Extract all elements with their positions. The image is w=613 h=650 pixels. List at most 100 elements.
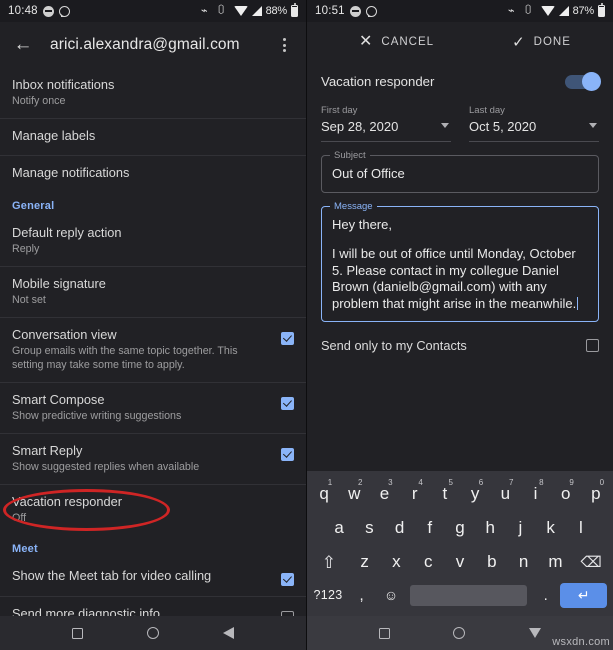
backspace-key[interactable]: ⌫ <box>571 545 611 579</box>
done-button[interactable]: ✓ DONE <box>512 35 571 50</box>
battery-icon <box>291 3 298 17</box>
key-sup: 1 <box>327 478 333 487</box>
dismiss-keyboard-triangle-icon[interactable] <box>529 628 542 638</box>
key-i[interactable]: i8 <box>520 477 550 511</box>
key-l[interactable]: l <box>566 511 596 545</box>
setting-title: Smart Reply <box>12 443 83 458</box>
send-only-to-contacts-row[interactable]: Send only to my Contacts <box>321 338 599 353</box>
checkbox-conversation-view[interactable] <box>281 332 294 345</box>
period-key[interactable]: . <box>531 578 560 612</box>
whatsapp-icon <box>365 5 377 17</box>
last-day-caption: Last day <box>469 105 505 116</box>
home-circle-icon[interactable] <box>453 627 466 639</box>
key-sup: 3 <box>388 478 393 487</box>
key-k[interactable]: k <box>536 511 566 545</box>
message-legend: Message <box>330 200 377 212</box>
setting-manage-labels[interactable]: Manage labels <box>0 118 306 155</box>
checkbox-send-only-to-contacts[interactable] <box>586 339 599 352</box>
setting-inbox-notifications[interactable]: Inbox notifications Notify once <box>0 68 306 118</box>
key-sup: 6 <box>478 478 484 487</box>
subject-legend: Subject <box>330 150 370 161</box>
recents-square-icon[interactable] <box>378 627 390 639</box>
emoji-icon[interactable]: ☺ <box>376 578 405 612</box>
setting-smart-compose[interactable]: Smart Compose Show predictive writing su… <box>0 382 306 433</box>
status-right-group: ⌁ 〔〕 88% <box>200 3 298 17</box>
setting-subtitle: Show suggested replies when available <box>12 461 200 473</box>
setting-smart-reply[interactable]: Smart Reply Show suggested replies when … <box>0 433 306 484</box>
comma-key[interactable]: , <box>347 578 376 612</box>
signal-icon <box>251 6 262 16</box>
first-day-field[interactable]: First day Sep 28, 2020 <box>321 105 451 142</box>
subject-field[interactable]: Subject Out of Office <box>321 150 599 193</box>
checkbox-smart-compose[interactable] <box>281 397 294 410</box>
key-w[interactable]: w2 <box>339 477 369 511</box>
setting-default-reply-action[interactable]: Default reply action Reply <box>0 216 306 266</box>
key-t[interactable]: t5 <box>430 477 460 511</box>
enter-key[interactable]: ↵ <box>560 582 607 608</box>
wifi-icon <box>233 6 248 16</box>
key-x[interactable]: x <box>381 545 413 579</box>
close-icon: ✕ <box>359 33 373 50</box>
vacation-responder-row[interactable]: Vacation responder <box>307 62 613 99</box>
key-e[interactable]: e3 <box>369 477 399 511</box>
wifi-icon <box>540 6 555 16</box>
key-n[interactable]: n <box>508 545 540 579</box>
key-f[interactable]: f <box>415 511 445 545</box>
kebab-dot <box>282 38 286 41</box>
setting-conversation-view[interactable]: Conversation view Group emails with the … <box>0 317 306 382</box>
signal-icon <box>558 6 569 16</box>
home-circle-icon[interactable] <box>147 627 159 639</box>
key-u[interactable]: u7 <box>490 477 520 511</box>
text-cursor <box>577 296 579 310</box>
key-p[interactable]: p0 <box>581 477 611 511</box>
key-v[interactable]: v <box>444 545 476 579</box>
back-arrow-icon[interactable]: ← <box>10 32 36 58</box>
recents-square-icon[interactable] <box>72 627 83 639</box>
key-y[interactable]: y6 <box>460 477 490 511</box>
status-clock: 10:51 <box>315 5 345 17</box>
setting-mobile-signature[interactable]: Mobile signature Not set <box>0 266 306 317</box>
key-g[interactable]: g <box>445 511 475 545</box>
setting-subtitle: Reply <box>12 243 40 255</box>
key-z[interactable]: z <box>349 545 381 579</box>
key-sup: 8 <box>539 478 544 487</box>
shift-key[interactable]: ⇧ <box>309 545 349 579</box>
symbols-key[interactable]: ?123 <box>309 578 347 612</box>
key-r[interactable]: r4 <box>400 477 430 511</box>
status-left-group: 10:51 <box>315 5 377 17</box>
section-header-general: General <box>12 200 55 212</box>
key-q[interactable]: q1 <box>309 477 339 511</box>
vacation-responder-label: Vacation responder <box>321 74 435 89</box>
checkbox-smart-reply[interactable] <box>281 448 294 461</box>
message-field[interactable]: Message Hey there, I will be out of offi… <box>321 200 599 322</box>
setting-vacation-responder[interactable]: Vacation responder Off <box>0 484 306 535</box>
key-s[interactable]: s <box>354 511 384 545</box>
setting-show-meet-tab[interactable]: Show the Meet tab for video calling <box>0 559 306 596</box>
key-sup: 2 <box>357 478 363 487</box>
key-m[interactable]: m <box>540 545 572 579</box>
space-key[interactable] <box>409 584 528 606</box>
vacation-responder-toggle[interactable] <box>565 71 601 91</box>
key-b[interactable]: b <box>476 545 508 579</box>
key-a[interactable]: a <box>324 511 354 545</box>
vibrate-icon: 〔〕 <box>211 5 231 16</box>
back-triangle-icon[interactable] <box>223 627 234 639</box>
bluetooth-icon: ⌁ <box>200 4 208 17</box>
key-j[interactable]: j <box>505 511 535 545</box>
whatsapp-icon <box>58 5 70 17</box>
status-right-group: ⌁ 〔〕 87% <box>508 3 605 17</box>
overflow-menu-icon[interactable] <box>272 32 296 58</box>
cancel-button[interactable]: ✕ CANCEL <box>359 34 434 50</box>
keyboard-row-1: q1 w2 e3 r4 t5 y6 u7 i8 o9 p0 <box>309 477 611 511</box>
key-c[interactable]: c <box>412 545 444 579</box>
last-day-field[interactable]: Last day Oct 5, 2020 <box>469 105 599 142</box>
checkbox-show-meet-tab[interactable] <box>281 573 294 586</box>
setting-title: Conversation view <box>12 327 117 342</box>
setting-manage-notifications[interactable]: Manage notifications <box>0 155 306 192</box>
chevron-down-icon[interactable] <box>589 123 597 128</box>
key-o[interactable]: o9 <box>551 477 581 511</box>
chevron-down-icon[interactable] <box>441 123 449 128</box>
key-d[interactable]: d <box>384 511 414 545</box>
status-bar-right: 10:51 ⌁ 〔〕 87% <box>307 0 613 22</box>
key-h[interactable]: h <box>475 511 505 545</box>
